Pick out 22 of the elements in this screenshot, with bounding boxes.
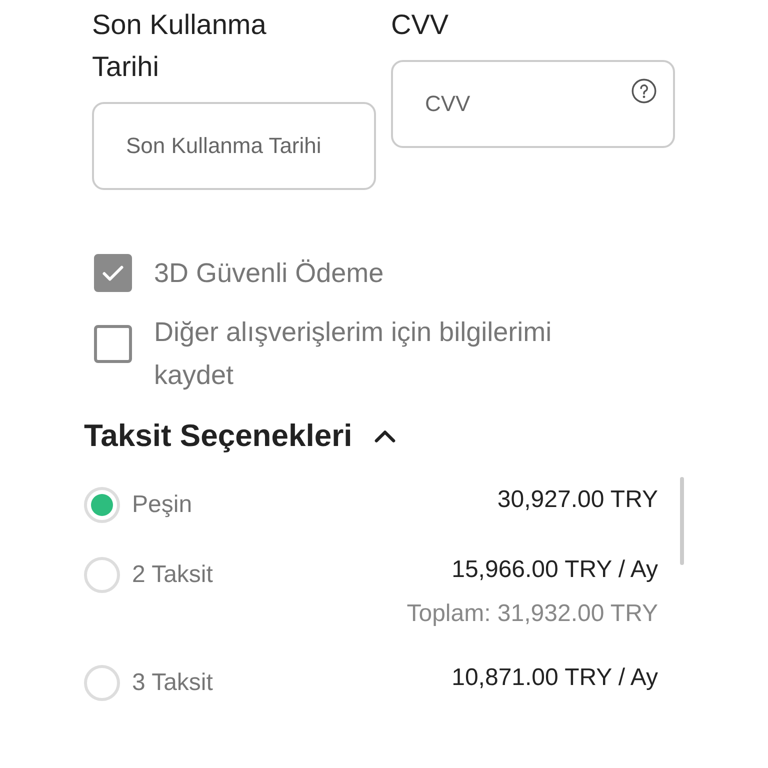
option-label: 2 Taksit	[132, 561, 213, 589]
input-field[interactable]: Son Kullanma Tarihi	[92, 102, 376, 190]
checkbox[interactable]	[94, 254, 132, 292]
field-label: Son Kullanma Tarihi	[92, 8, 268, 84]
field-label: CVV	[391, 8, 450, 42]
input-field[interactable]: CVV	[391, 60, 675, 148]
radio-button[interactable]	[84, 487, 120, 523]
checkbox-label: Diğer alışverişlerim için bilgilerimi kaydet	[154, 316, 553, 392]
scrollbar[interactable]	[680, 477, 684, 565]
amount-text: 15,966.00 TRY / Ay	[452, 555, 658, 585]
section-title: Taksit Seçenekleri	[84, 418, 352, 454]
radio-button[interactable]	[84, 665, 120, 701]
amount-text: 10,871.00 TRY / Ay	[452, 663, 658, 693]
radio-button[interactable]	[84, 557, 120, 593]
amount-text: 30,927.00 TRY	[497, 485, 658, 515]
option-label: Peşin	[132, 491, 192, 519]
option-label: 3 Taksit	[132, 669, 213, 697]
checkbox-label: 3D Güvenli Ödeme	[154, 257, 385, 290]
total-text: Toplam: 31,932.00 TRY	[406, 599, 658, 629]
help-icon[interactable]	[631, 78, 657, 104]
checkbox[interactable]	[94, 325, 132, 363]
chevron-up-icon[interactable]	[374, 428, 396, 444]
